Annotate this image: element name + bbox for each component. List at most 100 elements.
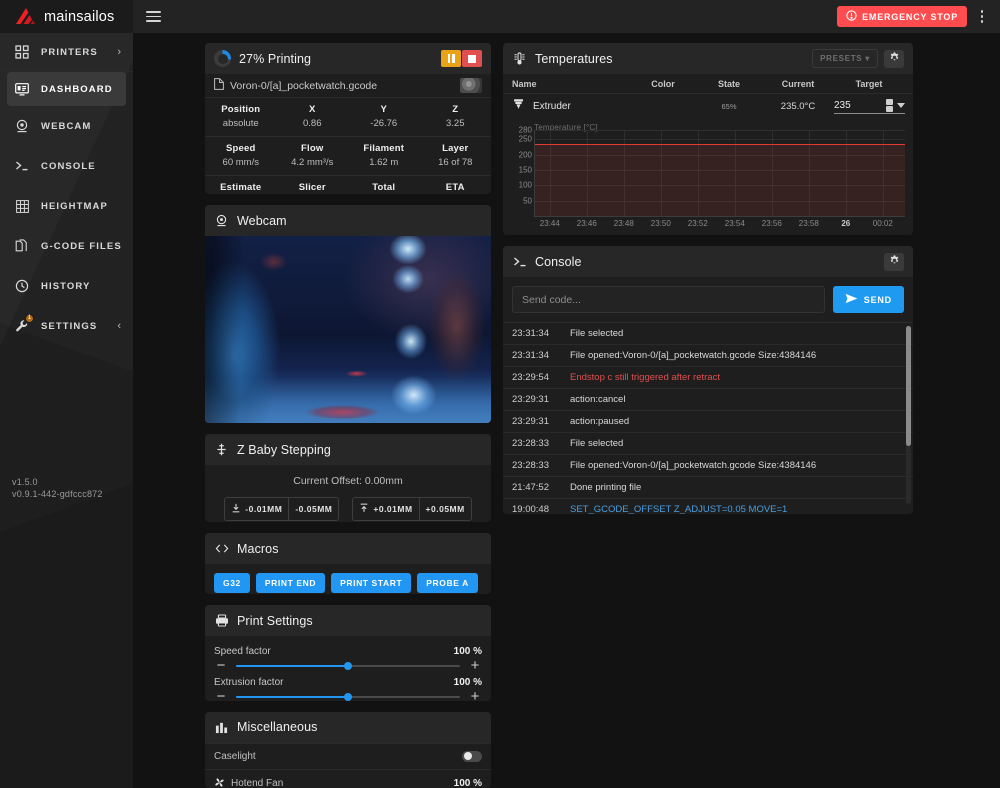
x-tick-1: 23:46 [577, 219, 597, 228]
macro-button-g32[interactable]: G32 [214, 573, 250, 593]
console-log-line: 23:29:31 action:paused [503, 410, 913, 432]
stat-value: 16 of 78 [420, 157, 492, 168]
x-tick-9: 00:02 [873, 219, 893, 228]
speed-factor-slider[interactable] [236, 659, 460, 673]
webcam-icon [14, 118, 30, 134]
stat-slicer: Slicer 1:01:50 [277, 176, 349, 194]
z-baby-stepping-title: Z Baby Stepping [237, 443, 331, 457]
pause-print-button[interactable] [441, 50, 461, 67]
speed-factor-minus-icon[interactable]: − [214, 659, 228, 673]
console-header: Console [503, 246, 913, 277]
sidebar: mainsailos PRINTERS › [0, 0, 133, 788]
macro-button-probe-a[interactable]: PROBE A [417, 573, 478, 593]
z-offset-down-005-button[interactable]: -0.05MM [289, 498, 338, 520]
log-time: 23:28:33 [512, 438, 558, 449]
sidebar-item-history[interactable]: HISTORY [0, 266, 133, 306]
z-baby-stepping-icon [214, 442, 229, 457]
x-tick-5: 23:54 [725, 219, 745, 228]
z-offset-up-001-button[interactable]: +0.01MM [353, 498, 419, 520]
sidebar-item-dashboard[interactable]: DASHBOARD [7, 72, 126, 106]
history-clock-icon [14, 278, 30, 294]
print-status-title: 27% Printing [239, 52, 311, 66]
x-tick-4: 23:52 [688, 219, 708, 228]
log-time: 21:47:52 [512, 482, 558, 493]
extrusion-factor-plus-icon[interactable]: + [468, 690, 482, 701]
stat-key: Position [205, 104, 277, 115]
extrusion-factor-row: − + [214, 690, 482, 701]
sidebar-item-console[interactable]: CONSOLE [0, 146, 133, 186]
log-message: action:paused [570, 416, 629, 427]
extrusion-factor-minus-icon[interactable]: − [214, 690, 228, 701]
console-title: Console [535, 255, 582, 269]
spinner-updown-icon[interactable] [886, 99, 893, 112]
macro-button-print-end[interactable]: PRINT END [256, 573, 325, 593]
z-offset-down-001-button[interactable]: -0.01MM [225, 498, 289, 520]
console-settings-button[interactable] [884, 253, 904, 271]
sidebar-item-printers[interactable]: PRINTERS › [0, 33, 133, 71]
z-offset-up-005-button[interactable]: +0.05MM [420, 498, 471, 520]
chevron-down-icon[interactable] [897, 103, 905, 108]
stat-key: Z [420, 104, 492, 115]
caselight-toggle[interactable] [462, 751, 482, 762]
stat-value: 4.2 mm³/s [277, 157, 349, 168]
print-stats-row: Estimate 1:17:04 Slicer 1:01:50 Total 0:… [205, 176, 491, 194]
x-tick-6: 23:56 [762, 219, 782, 228]
sidebar-item-settings[interactable]: 1 SETTINGS ‹ [0, 306, 133, 346]
log-time: 23:29:54 [512, 372, 558, 383]
brand-name: mainsailos [44, 9, 115, 25]
column-color: Color [630, 79, 696, 89]
speed-factor-plus-icon[interactable]: + [468, 659, 482, 673]
hamburger-menu-icon[interactable] [146, 11, 161, 22]
gcode-thumbnail-icon[interactable] [460, 78, 482, 93]
sidebar-item-heightmap-label: HEIGHTMAP [41, 201, 108, 212]
arrow-up-from-line-icon [359, 503, 369, 515]
sidebar-item-webcam[interactable]: WEBCAM [0, 106, 133, 146]
stop-print-button[interactable] [462, 50, 482, 67]
pause-icon [447, 51, 456, 66]
extruder-name: Extruder [533, 101, 571, 112]
z-baby-stepping-body: Current Offset: 0.00mm -0.01MM [205, 465, 491, 522]
stat-key: Estimate [205, 182, 277, 193]
z-offset-up-001-label: +0.01MM [373, 504, 412, 514]
print-stats-row: Position absolute X 0.86 Y -26.76 Z 3.25 [205, 98, 491, 137]
console-prompt-icon [14, 158, 30, 174]
console-input[interactable] [512, 286, 825, 313]
console-log-line: 23:29:31 action:cancel [503, 388, 913, 410]
sidebar-item-heightmap[interactable]: HEIGHTMAP [0, 186, 133, 226]
extrusion-factor-top: Extrusion factor 100 % [214, 677, 482, 688]
printers-grid-icon [14, 44, 30, 60]
console-log-line: 23:28:33 File opened:Voron-0/[a]_pocketw… [503, 454, 913, 476]
sliders-icon [214, 720, 229, 735]
console-send-label: SEND [864, 295, 892, 305]
stat-x: X 0.86 [277, 98, 349, 136]
console-log-line: 23:28:33 File selected [503, 432, 913, 454]
webcam-stream[interactable]: FPS: 10 [205, 236, 491, 423]
macro-button-print-start[interactable]: PRINT START [331, 573, 411, 593]
sidebar-item-gcode-files[interactable]: G-CODE FILES [0, 226, 133, 266]
emergency-stop-button[interactable]: EMERGENCY STOP [837, 6, 967, 27]
extrusion-factor-slider[interactable] [236, 690, 460, 701]
speed-factor-top: Speed factor 100 % [214, 646, 482, 657]
console-send-button[interactable]: SEND [833, 286, 904, 313]
print-settings-title: Print Settings [237, 614, 313, 628]
kebab-menu-icon[interactable] [973, 6, 991, 27]
temperatures-settings-button[interactable] [884, 50, 904, 68]
chevron-left-icon: ‹ [117, 320, 121, 332]
z-offset-down-group: -0.01MM -0.05MM [224, 497, 339, 521]
macros-card: Macros G32 PRINT END PRINT START PROBE A [205, 533, 491, 594]
log-time: 23:29:31 [512, 416, 558, 427]
extruder-current: 235.0°C [762, 101, 834, 112]
heightmap-grid-icon [14, 198, 30, 214]
extruder-target-input[interactable] [834, 100, 882, 111]
sidebar-item-console-label: CONSOLE [41, 161, 96, 172]
console-log-list[interactable]: 23:31:34 File selected 23:31:34 File ope… [503, 322, 913, 514]
sidebar-item-webcam-label: WEBCAM [41, 121, 91, 132]
y-tick-100: 100 [519, 181, 532, 190]
console-scrollbar[interactable] [906, 326, 911, 504]
macros-title: Macros [237, 542, 279, 556]
print-settings-card: Print Settings Speed factor 100 % − [205, 605, 491, 701]
misc-row-caselight: Caselight [205, 743, 491, 769]
presets-button[interactable]: PRESETS ▾ [812, 49, 878, 68]
log-message: File opened:Voron-0/[a]_pocketwatch.gcod… [570, 350, 816, 361]
stat-key: Slicer [277, 182, 349, 193]
